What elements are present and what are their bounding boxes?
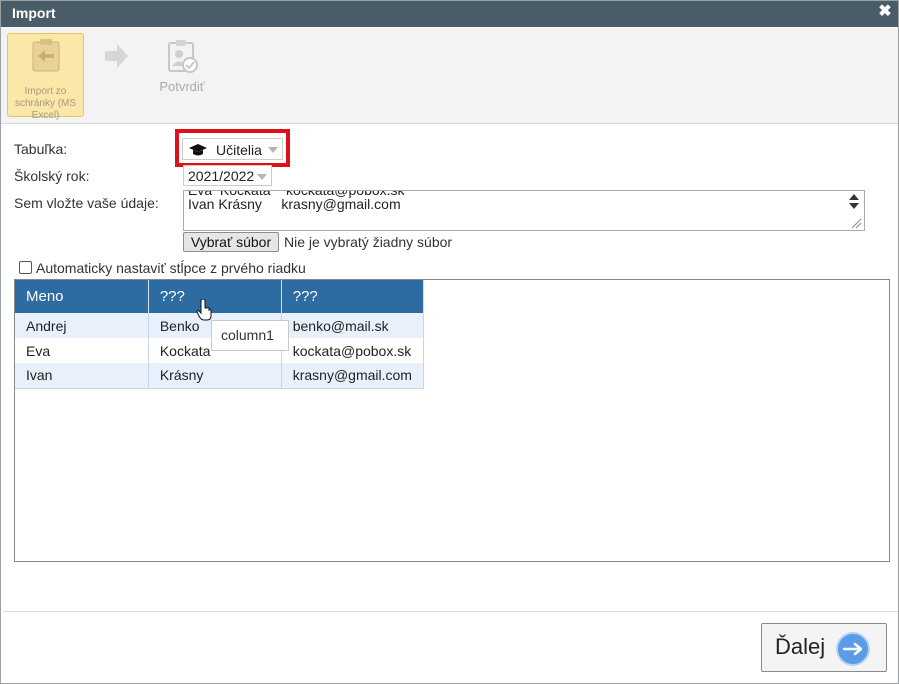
arrow-right-circle-icon bbox=[836, 632, 870, 666]
import-dialog: Import ✖ Import zo schránky (MS Excel) P… bbox=[0, 0, 899, 684]
year-select-value: 2021/2022 bbox=[188, 168, 255, 184]
table-cell: krasny@gmail.com bbox=[281, 363, 425, 389]
toolbar: Import zo schránky (MS Excel) Potvrdiť bbox=[1, 27, 898, 124]
next-button-label: Ďalej bbox=[775, 634, 826, 659]
table-cell: Krásny bbox=[148, 363, 282, 389]
clipboard-import-icon bbox=[32, 39, 59, 72]
dialog-titlebar: Import ✖ bbox=[1, 1, 898, 27]
hand-cursor-icon bbox=[196, 299, 212, 321]
scrollbar[interactable] bbox=[846, 192, 862, 229]
import-clipboard-button[interactable]: Import zo schránky (MS Excel) bbox=[7, 33, 84, 121]
chevron-down-icon bbox=[257, 174, 267, 180]
table-cell: kockata@pobox.sk bbox=[281, 338, 425, 363]
arrow-right-icon bbox=[105, 44, 128, 68]
year-label: Školský rok: bbox=[14, 168, 90, 184]
textarea-line: Ivan Krásny krasny@gmail.com bbox=[188, 196, 401, 212]
column-header-name[interactable]: Meno bbox=[15, 280, 149, 313]
table-select-value: Učitelia bbox=[216, 142, 262, 158]
import-clipboard-label: Import zo schránky (MS Excel) bbox=[14, 86, 77, 121]
table-cell: Andrej bbox=[15, 313, 149, 338]
table-cell: Ivan bbox=[15, 363, 149, 389]
auto-columns-checkbox[interactable] bbox=[19, 261, 32, 274]
next-step-arrow bbox=[101, 41, 131, 71]
choose-file-button[interactable]: Vybrať súbor bbox=[183, 232, 279, 252]
file-status: Nie je vybratý žiadny súbor bbox=[284, 234, 453, 250]
column-tooltip: column1 bbox=[211, 320, 289, 351]
close-icon[interactable]: ✖ bbox=[878, 4, 892, 20]
dialog-title: Import bbox=[12, 5, 56, 21]
confirm-label: Potvrdiť bbox=[159, 79, 205, 94]
column-header-3[interactable]: ??? bbox=[281, 280, 425, 313]
table-row[interactable]: Ivan Krásny krasny@gmail.com bbox=[15, 363, 425, 389]
table-label: Tabuľka: bbox=[14, 141, 68, 157]
next-button[interactable]: Ďalej bbox=[761, 623, 887, 672]
auto-columns-label[interactable]: Automaticky nastaviť stĺpce z prvého ria… bbox=[36, 260, 306, 276]
confirm-user-icon bbox=[168, 40, 198, 73]
column-header-2[interactable]: ??? bbox=[148, 280, 282, 313]
table-select[interactable]: Učitelia bbox=[182, 138, 283, 160]
table-cell: benko@mail.sk bbox=[281, 313, 425, 338]
confirm-button[interactable]: Potvrdiť bbox=[149, 37, 215, 107]
graduation-cap-icon bbox=[189, 144, 207, 156]
header-row: Meno ??? ??? bbox=[15, 280, 425, 313]
footer-divider bbox=[3, 611, 898, 612]
import-grid: Meno ??? ??? Andrej Benko benko@mail.sk … bbox=[14, 279, 890, 562]
data-textarea[interactable]: Eva Kockata kockata@pobox.sk Ivan Krásny… bbox=[183, 190, 865, 231]
chevron-down-icon bbox=[268, 147, 278, 153]
data-label: Sem vložte vaše údaje: bbox=[14, 195, 159, 211]
table-cell: Eva bbox=[15, 338, 149, 363]
year-select[interactable]: 2021/2022 bbox=[183, 165, 272, 186]
